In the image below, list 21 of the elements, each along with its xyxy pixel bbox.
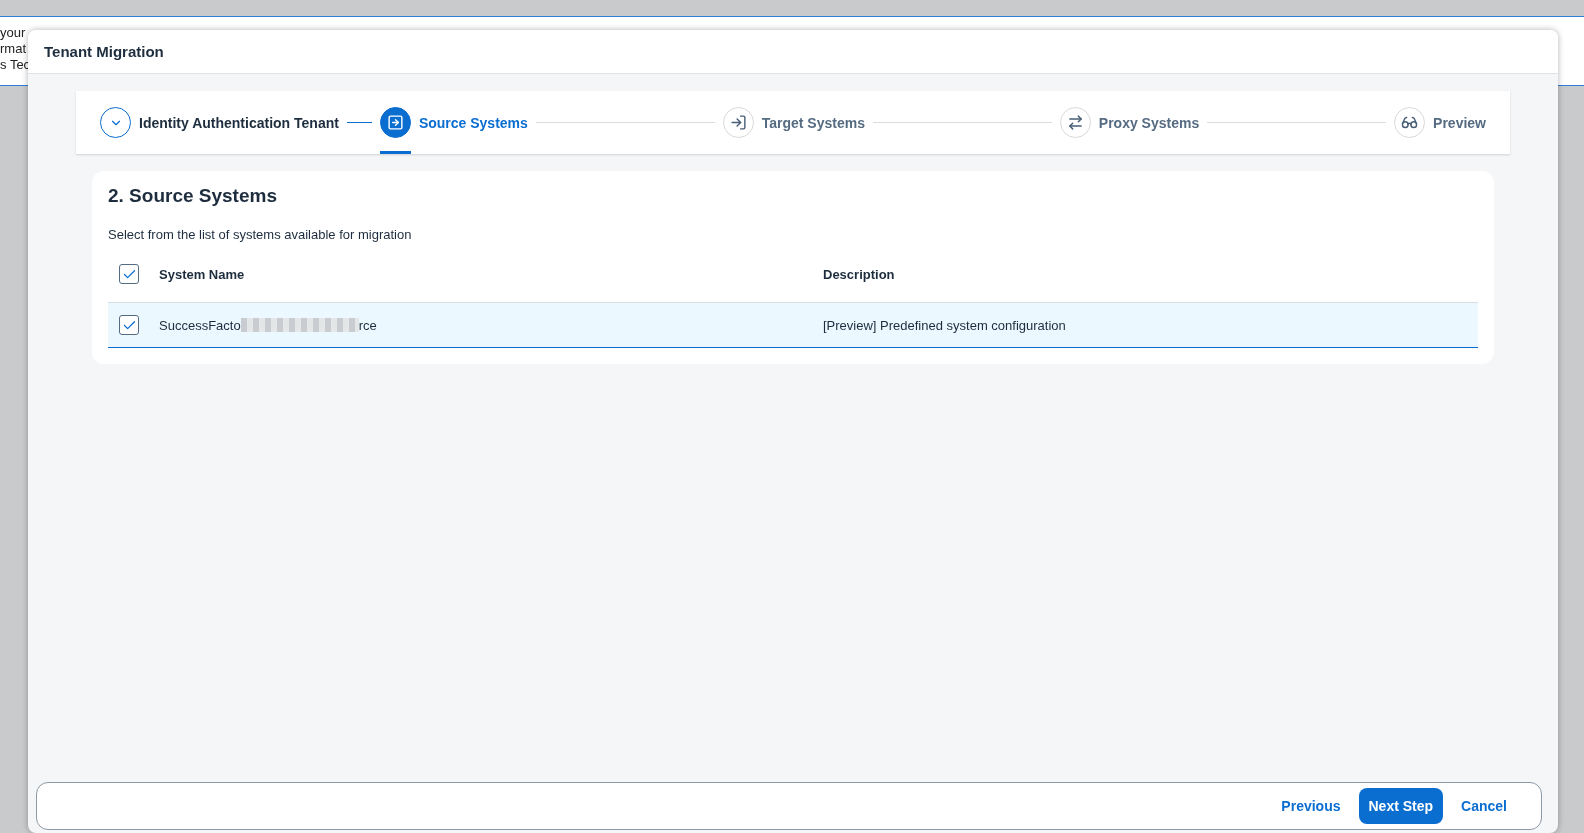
wizard-step[interactable]: Target Systems bbox=[722, 91, 865, 154]
background-text: your bbox=[0, 25, 26, 41]
column-header: Description bbox=[822, 266, 896, 282]
wizard-step[interactable]: Proxy Systems bbox=[1059, 91, 1200, 154]
wizard-step[interactable]: Identity Authentication Tenant bbox=[100, 91, 339, 154]
table-row[interactable]: SuccessFacto rce [Preview] Predefined system configuration bbox=[108, 303, 1478, 348]
link-button[interactable]: Previous bbox=[1271, 788, 1351, 824]
dialog-title: Tenant Migration bbox=[44, 43, 164, 60]
section-description: Select from the list of systems available for migration bbox=[108, 227, 413, 242]
row-checkbox[interactable] bbox=[119, 315, 139, 335]
table-cell-text: [Preview] Predefined system configuration bbox=[822, 317, 1067, 333]
section-title: 2. Source Systems bbox=[108, 185, 278, 207]
system-name-text: rce bbox=[358, 317, 377, 333]
column-header: System Name bbox=[158, 266, 246, 282]
wizard-step[interactable]: Source Systems bbox=[379, 91, 528, 154]
primary-button[interactable]: Next Step bbox=[1358, 788, 1444, 824]
select-all-checkbox[interactable] bbox=[119, 264, 139, 284]
link-button[interactable]: Cancel bbox=[1451, 788, 1517, 824]
background-text: rmat bbox=[0, 41, 26, 57]
wizard-step[interactable]: Preview bbox=[1394, 91, 1486, 154]
system-name-text: SuccessFacto bbox=[159, 317, 241, 333]
